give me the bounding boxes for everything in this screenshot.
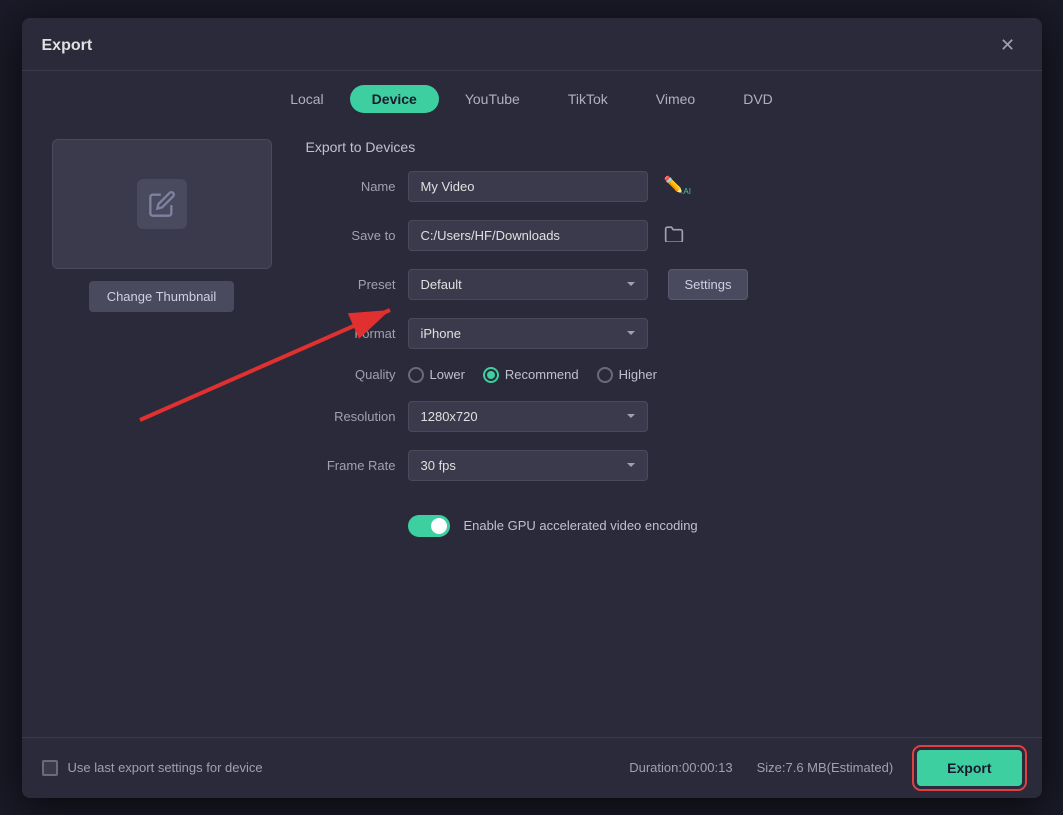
radio-lower bbox=[408, 367, 424, 383]
radio-recommend bbox=[483, 367, 499, 383]
resolution-row: Resolution 1280x720 bbox=[306, 401, 1022, 432]
thumbnail-box bbox=[52, 139, 272, 269]
dialog-header: Export ✕ bbox=[22, 18, 1042, 71]
quality-recommend[interactable]: Recommend bbox=[483, 367, 579, 383]
tab-device[interactable]: Device bbox=[350, 85, 439, 113]
higher-label: Higher bbox=[619, 367, 657, 382]
preset-row: Preset Default Settings bbox=[306, 269, 1022, 300]
format-label: Format bbox=[306, 326, 396, 341]
format-row: Format iPhone bbox=[306, 318, 1022, 349]
resolution-select[interactable]: 1280x720 bbox=[408, 401, 648, 432]
lower-label: Lower bbox=[430, 367, 465, 382]
quality-label: Quality bbox=[306, 367, 396, 382]
change-thumbnail-button[interactable]: Change Thumbnail bbox=[89, 281, 235, 312]
export-button[interactable]: Export bbox=[917, 750, 1021, 786]
tab-local[interactable]: Local bbox=[268, 85, 345, 113]
edit-icon bbox=[137, 179, 187, 229]
quality-row: Quality Lower Recommend Higher bbox=[306, 367, 1022, 383]
tab-youtube[interactable]: YouTube bbox=[443, 85, 542, 113]
quality-options: Lower Recommend Higher bbox=[408, 367, 657, 383]
resolution-label: Resolution bbox=[306, 409, 396, 424]
footer-left: Use last export settings for device bbox=[42, 760, 263, 776]
dialog-footer: Use last export settings for device Dura… bbox=[22, 737, 1042, 798]
quality-higher[interactable]: Higher bbox=[597, 367, 657, 383]
name-label: Name bbox=[306, 179, 396, 194]
export-dialog: Export ✕ Local Device YouTube TikTok Vim… bbox=[22, 18, 1042, 798]
frame-rate-row: Frame Rate 30 fps bbox=[306, 450, 1022, 481]
tab-vimeo[interactable]: Vimeo bbox=[634, 85, 717, 113]
recommend-label: Recommend bbox=[505, 367, 579, 382]
quality-lower[interactable]: Lower bbox=[408, 367, 465, 383]
frame-rate-select[interactable]: 30 fps bbox=[408, 450, 648, 481]
duration-text: Duration:00:00:13 bbox=[629, 760, 732, 775]
save-to-row: Save to bbox=[306, 220, 1022, 251]
close-button[interactable]: ✕ bbox=[994, 32, 1022, 60]
save-to-input[interactable] bbox=[408, 220, 648, 251]
name-input[interactable] bbox=[408, 171, 648, 202]
frame-rate-label: Frame Rate bbox=[306, 458, 396, 473]
settings-panel: Export to Devices Name ✏️AI Save to Pr bbox=[306, 139, 1022, 717]
gpu-label: Enable GPU accelerated video encoding bbox=[464, 518, 698, 533]
section-title: Export to Devices bbox=[306, 139, 1022, 155]
settings-button[interactable]: Settings bbox=[668, 269, 749, 300]
preset-select[interactable]: Default bbox=[408, 269, 648, 300]
thumbnail-panel: Change Thumbnail bbox=[42, 139, 282, 717]
gpu-toggle[interactable] bbox=[408, 515, 450, 537]
name-row: Name ✏️AI bbox=[306, 171, 1022, 202]
format-select[interactable]: iPhone bbox=[408, 318, 648, 349]
footer-right: Duration:00:00:13 Size:7.6 MB(Estimated)… bbox=[629, 750, 1021, 786]
tab-tiktok[interactable]: TikTok bbox=[546, 85, 630, 113]
folder-icon[interactable] bbox=[664, 224, 684, 247]
last-settings-label: Use last export settings for device bbox=[68, 760, 263, 775]
last-settings-checkbox[interactable] bbox=[42, 760, 58, 776]
tab-dvd[interactable]: DVD bbox=[721, 85, 795, 113]
save-to-label: Save to bbox=[306, 228, 396, 243]
ai-icon: ✏️AI bbox=[664, 175, 691, 196]
dialog-body: Change Thumbnail Export to Devices Name … bbox=[22, 123, 1042, 737]
size-text: Size:7.6 MB(Estimated) bbox=[757, 760, 894, 775]
dialog-title: Export bbox=[42, 37, 93, 55]
radio-higher bbox=[597, 367, 613, 383]
tabs-row: Local Device YouTube TikTok Vimeo DVD bbox=[22, 71, 1042, 123]
gpu-row: Enable GPU accelerated video encoding bbox=[408, 515, 1022, 537]
preset-label: Preset bbox=[306, 277, 396, 292]
